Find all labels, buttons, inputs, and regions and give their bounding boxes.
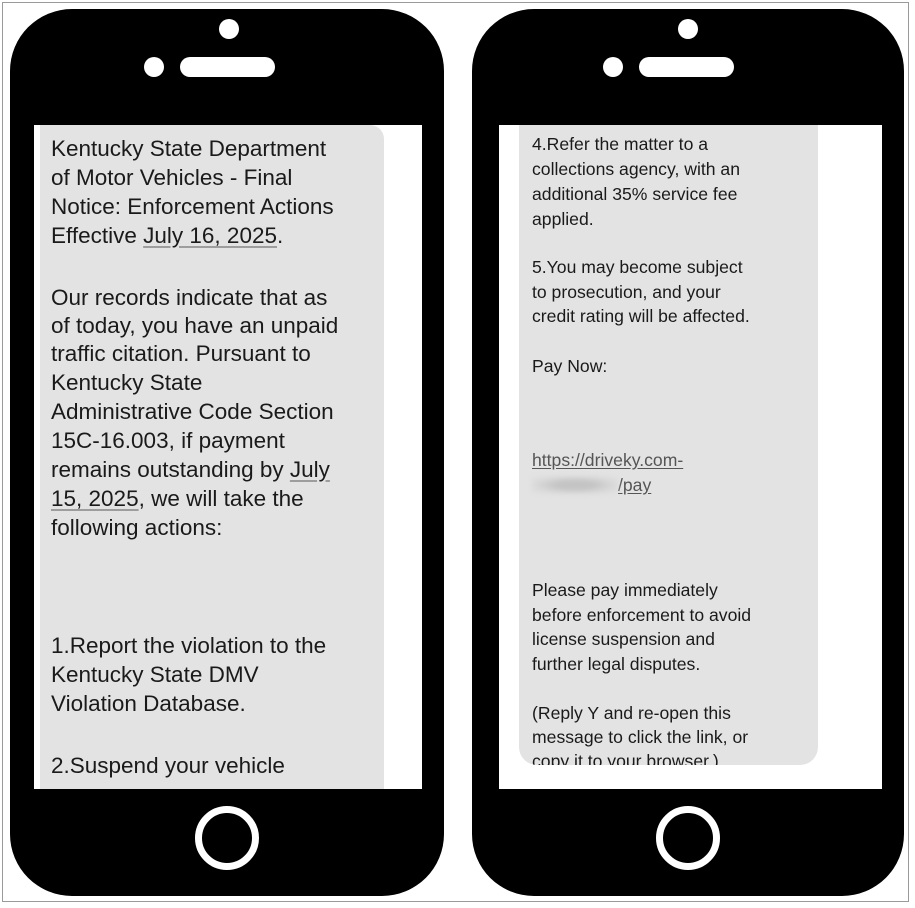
proximity-sensor (603, 57, 623, 77)
proximity-sensor (144, 57, 164, 77)
message-bubble: 4.Refer the matter to a collections agen… (519, 125, 818, 765)
message-text-line: Administrative Code Section (51, 399, 334, 424)
message-text-line: Our records indicate that as (51, 285, 328, 310)
message-bubble: Kentucky State Department of Motor Vehic… (40, 125, 384, 789)
message-text-line: Violation Database. (51, 691, 246, 716)
message-text-line: copy it to your browser.) (532, 751, 719, 765)
phone-screen: Kentucky State Department of Motor Vehic… (34, 125, 422, 789)
earpiece-speaker (180, 57, 275, 77)
front-camera (678, 19, 698, 39)
message-text-line: before enforcement to avoid (532, 605, 752, 625)
phone-screen: 4.Refer the matter to a collections agen… (499, 125, 882, 789)
home-button[interactable] (195, 806, 259, 870)
message-link-line: /pay (532, 473, 818, 498)
message-text-line: following actions: (51, 515, 223, 540)
message-text-line: additional 35% service fee (532, 184, 738, 204)
message-text-line: of today, you have an unpaid (51, 313, 339, 338)
message-text-line: Effective July 16, 2025. (51, 223, 284, 248)
detected-date-link[interactable]: July (290, 457, 330, 482)
front-camera (219, 19, 239, 39)
earpiece-speaker (639, 57, 734, 77)
message-text-line: of Motor Vehicles - Final (51, 165, 293, 190)
message-text-line: credit rating will be affected. (532, 306, 750, 326)
message-text-line: 2.Suspend your vehicle (51, 753, 285, 778)
message-text-line: traffic citation. Pursuant to (51, 341, 311, 366)
home-button[interactable] (656, 806, 720, 870)
message-text-line: (Reply Y and re-open this (532, 703, 731, 723)
payment-link[interactable]: /pay (618, 475, 651, 495)
message-text-line: 15C-16.003, if payment (51, 428, 285, 453)
message-text-line: Kentucky State (51, 370, 203, 395)
message-text-line: Kentucky State DMV (51, 662, 259, 687)
message-text-line: 15, 2025, we will take the (51, 486, 304, 511)
redacted-text (532, 476, 618, 494)
message-text-line: Pay Now: (532, 356, 608, 376)
detected-date-link[interactable]: July 16, 2025 (143, 223, 277, 248)
message-text-line: remains outstanding by July (51, 457, 330, 482)
message-text-line: 1.Report the violation to the (51, 633, 327, 658)
message-text-line: message to click the link, or (532, 727, 749, 747)
message-text-line: applied. (532, 209, 594, 229)
message-text-line: further legal disputes. (532, 654, 701, 674)
message-text-line: Kentucky State Department (51, 136, 327, 161)
phone-left: Kentucky State Department of Motor Vehic… (10, 9, 444, 896)
message-text-line: Notice: Enforcement Actions (51, 194, 334, 219)
message-link-line: https://driveky.com- (532, 448, 818, 473)
detected-date-link[interactable]: 15, 2025 (51, 486, 139, 511)
message-text-line: 5.You may become subject (532, 257, 743, 277)
message-text-line: collections agency, with an (532, 159, 740, 179)
message-text-line: Please pay immediately (532, 580, 718, 600)
message-text-line: to prosecution, and your (532, 282, 721, 302)
phone-right: 4.Refer the matter to a collections agen… (472, 9, 904, 896)
payment-link[interactable]: https://driveky.com- (532, 450, 683, 470)
message-text-line: 4.Refer the matter to a (532, 134, 709, 154)
message-text-line: license suspension and (532, 629, 715, 649)
